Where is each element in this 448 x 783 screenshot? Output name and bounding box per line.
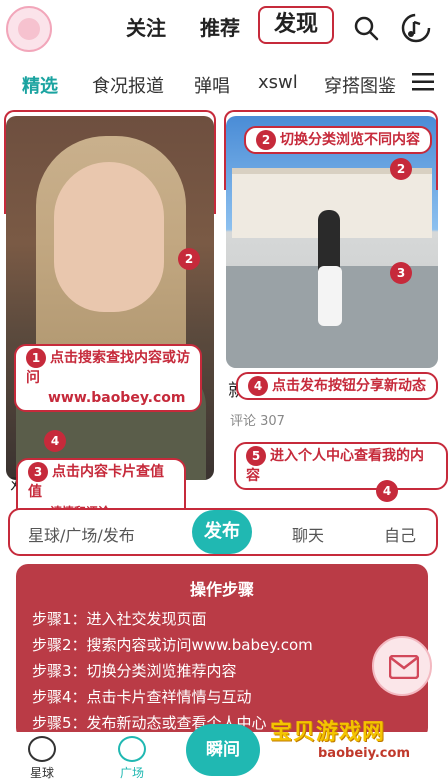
menu-icon[interactable] [412, 72, 434, 92]
right-card-comments: 评论 307 [230, 414, 285, 429]
step-3: 步骤3：切换分类浏览推荐内容 [32, 662, 237, 680]
publish-button[interactable]: 发布 [192, 510, 252, 554]
callout-text: 点击内容卡片查值值 [28, 464, 164, 500]
steps-title: 操作步骤 [189, 580, 254, 599]
marker-2: 2 [178, 248, 200, 270]
category-outfit[interactable]: 穿搭图鉴 [324, 72, 396, 98]
tab-discover[interactable]: 发现 [258, 6, 334, 44]
marker-2: 2 [390, 158, 412, 180]
callout-number: 5 [246, 446, 266, 466]
marker-3: 3 [390, 262, 412, 284]
callout-number: 3 [28, 462, 48, 482]
step-4: 步骤4：点击卡片查祥情情与互动 [32, 688, 252, 706]
tab-planet-square-publish[interactable]: 星球/广场/发布 [28, 522, 135, 546]
tab-follow[interactable]: 关注 [126, 12, 166, 41]
tab-me[interactable]: 自己 [384, 522, 416, 546]
tab-chat[interactable]: 聊天 [292, 522, 324, 546]
nav-square-label[interactable]: 广场 [120, 764, 144, 781]
callout-url: www.baobey.com [48, 390, 186, 406]
category-featured[interactable]: 精选 [22, 72, 58, 98]
app-logo[interactable] [6, 6, 52, 52]
callout-profile: 5 进入个人中心查看我的内容 [234, 442, 448, 490]
category-food[interactable]: 食况报道 [92, 72, 164, 98]
flash-button[interactable]: 瞬间 [186, 724, 260, 776]
callout-text: 点击发布按钮分享新动态 [272, 378, 426, 394]
step-1: 步骤1：进入社交发现页面 [32, 610, 207, 628]
mail-button[interactable] [372, 636, 432, 696]
callout-number: 2 [256, 130, 276, 150]
callout-publish: 4 点击发布按钮分享新动态 [236, 372, 438, 400]
square-icon[interactable] [118, 736, 146, 762]
photo-person-legs [318, 266, 342, 326]
callout-text: 切换分类浏览不同内容 [280, 132, 420, 148]
marker-4: 4 [44, 430, 66, 452]
mail-icon [389, 655, 419, 679]
callout-text: 进入个人中心查看我的内容 [246, 448, 424, 484]
planet-icon[interactable] [28, 736, 56, 762]
tab-recommend[interactable]: 推荐 [200, 12, 240, 41]
watermark: 宝贝游戏网 baobeiy.com [270, 714, 440, 778]
category-bar: 精选 食况报道 弹唱 xswl 穿搭图鉴 [0, 60, 448, 108]
watermark-text: 宝贝游戏网 [270, 720, 386, 745]
callout-search: 1 点击搜索查找内容或访问 www.baobey.com [14, 344, 202, 412]
annotation-frame-left [4, 110, 216, 214]
callout-switch-category: 2 切换分类浏览不同内容 [244, 126, 432, 154]
category-xswl[interactable]: xswl [258, 72, 298, 93]
category-sing[interactable]: 弹唱 [194, 72, 230, 98]
callout-text: 点击搜索查找内容或访问 [26, 350, 190, 386]
top-header: 关注 推荐 发现 [0, 0, 448, 56]
callout-number: 4 [248, 376, 268, 396]
search-icon[interactable] [352, 14, 380, 42]
music-icon[interactable] [400, 12, 432, 44]
nav-planet-label[interactable]: 星球 [30, 764, 54, 781]
marker-4: 4 [376, 480, 398, 502]
watermark-url: baobeiy.com [318, 746, 410, 761]
callout-number: 1 [26, 348, 46, 368]
step-2: 步骤2：搜索内容或访问www.babey.com [32, 636, 313, 654]
